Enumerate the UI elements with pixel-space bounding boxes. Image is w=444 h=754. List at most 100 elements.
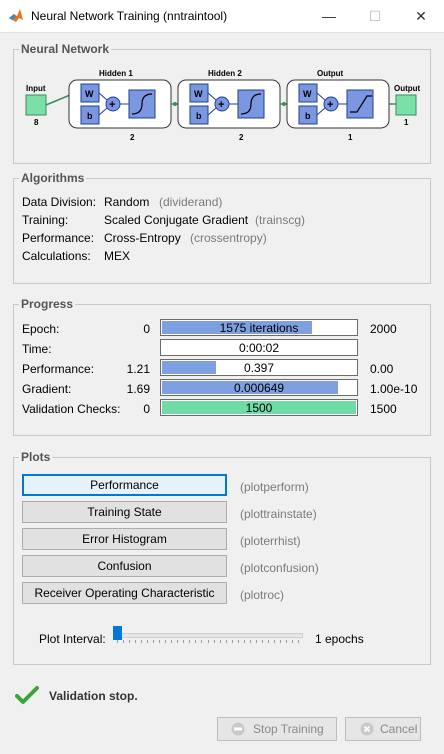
window-title: Neural Network Training (nntraintool) (31, 9, 228, 23)
slider-tick (292, 640, 293, 643)
network-panel: Neural Network Input 8 Hidden 1 W b + 2 (13, 42, 431, 164)
slider-ticks (113, 640, 303, 644)
plot-error-histogram-button[interactable]: Error Histogram (22, 528, 227, 550)
slider-tick (165, 640, 166, 643)
algo-label-calculations: Calculations: (22, 249, 91, 263)
layer-title: Output (317, 69, 344, 78)
plots-panel-title: Plots (19, 450, 53, 464)
progress-value-gradient: 0.000649 (233, 381, 285, 395)
slider-tick (183, 640, 184, 643)
maximize-button[interactable]: ☐ (352, 0, 398, 32)
sum-label: + (109, 99, 115, 111)
slider-tick (153, 640, 154, 643)
title-bar: Neural Network Training (nntraintool) — … (0, 0, 444, 33)
progress-end-performance: 0.00 (370, 362, 394, 376)
stop-training-label: Stop Training (253, 722, 324, 736)
algo-value-calculations: MEX (104, 249, 131, 263)
layer-title: Hidden 1 (99, 69, 133, 78)
slider-tick (298, 640, 299, 643)
progress-value-epoch: 1575 iterations (219, 321, 299, 335)
algorithms-panel-title: Algorithms (19, 171, 87, 185)
progress-bar-epoch: 1575 iterations (160, 319, 358, 336)
progress-panel-title: Progress (19, 297, 76, 311)
plot-confusion-fn: (plotconfusion) (240, 561, 319, 575)
slider-tick (250, 640, 251, 643)
progress-value-time: 0:00:02 (238, 341, 280, 355)
progress-label-time: Time: (22, 342, 52, 356)
checkmark-icon (15, 686, 39, 704)
slider-tick (244, 640, 245, 643)
sum-label: + (327, 99, 333, 111)
weight-label: W (85, 89, 94, 99)
slider-tick (262, 640, 263, 643)
slider-tick (117, 640, 118, 643)
slider-tick (286, 640, 287, 643)
bias-label: b (87, 111, 93, 121)
progress-value-performance: 0.397 (243, 361, 275, 375)
bias-label: b (305, 111, 311, 121)
plot-performance-fn: (plotperform) (240, 480, 309, 494)
cancel-button[interactable]: Cancel (345, 717, 421, 741)
algo-label-division: Data Division: (22, 195, 97, 209)
progress-label-validation: Validation Checks: (22, 402, 121, 416)
layer-title: Hidden 2 (208, 69, 242, 78)
network-diagram: Input 8 Hidden 1 W b + 2 Hidden 2 W b + … (25, 69, 421, 142)
plot-performance-button[interactable]: Performance (22, 474, 227, 496)
progress-start-gradient: 1.69 (126, 382, 150, 396)
slider-tick (226, 640, 227, 643)
slider-tick (147, 640, 148, 643)
progress-end-gradient: 1.00e-10 (370, 382, 418, 396)
progress-bar-gradient: 0.000649 (160, 379, 358, 396)
slider-tick (256, 640, 257, 643)
algo-value-division: Random (104, 195, 150, 209)
progress-start-epoch: 0 (143, 322, 150, 336)
input-label: Input (26, 84, 46, 93)
plot-confusion-button[interactable]: Confusion (22, 555, 227, 577)
plot-interval-value: 1 epochs (315, 632, 364, 646)
algo-fn-training: (trainscg) (255, 213, 306, 227)
plot-roc-fn: (plotroc) (240, 588, 285, 602)
cancel-label: Cancel (380, 722, 418, 736)
algo-label-performance: Performance: (22, 231, 95, 245)
slider-tick (171, 640, 172, 643)
plot-interval-slider[interactable] (113, 624, 303, 648)
progress-label-performance: Performance: (22, 362, 95, 376)
bias-label: b (196, 111, 202, 121)
progress-bar-performance: 0.397 (160, 359, 358, 376)
layer-size: 1 (348, 133, 353, 142)
stop-training-button[interactable]: Stop Training (217, 717, 337, 741)
progress-end-epoch: 2000 (370, 322, 397, 336)
layer-output: Output W b + 1 (286, 69, 390, 142)
slider-tick (280, 640, 281, 643)
slider-tick (135, 640, 136, 643)
progress-end-validation: 1500 (370, 402, 397, 416)
slider-tick (195, 640, 196, 643)
progress-label-epoch: Epoch: (22, 322, 60, 336)
input-size: 8 (34, 118, 39, 127)
plot-error-histogram-fn: (ploterrhist) (240, 534, 301, 548)
layer-size: 2 (239, 133, 244, 142)
slider-tick (208, 640, 209, 643)
progress-label-gradient: Gradient: (22, 382, 72, 396)
slider-track (113, 633, 303, 638)
slider-thumb[interactable] (113, 626, 122, 640)
layer-hidden-2: Hidden 2 W b + 2 (177, 69, 281, 142)
plot-interval-label: Plot Interval: (39, 632, 106, 646)
output-size: 1 (404, 118, 409, 127)
plot-roc-button[interactable]: Receiver Operating Characteristic (22, 582, 227, 604)
progress-bar-time: 0:00:02 (160, 339, 358, 356)
minimize-button[interactable]: — (306, 0, 352, 32)
algo-value-performance: Cross-Entropy (104, 231, 181, 245)
slider-tick (232, 640, 233, 643)
plot-training-state-button[interactable]: Training State (22, 501, 227, 523)
close-button[interactable]: ✕ (398, 0, 444, 32)
slider-tick (141, 640, 142, 643)
algo-fn-performance: (crossentropy) (190, 231, 267, 245)
progress-bar-validation: 1500 (160, 399, 358, 416)
progress-start-validation: 0 (143, 402, 150, 416)
cancel-icon (360, 722, 374, 736)
slider-tick (129, 640, 130, 643)
progress-value-validation: 1500 (245, 401, 273, 415)
progress-start-performance: 1.21 (126, 362, 150, 376)
weight-label: W (194, 89, 203, 99)
